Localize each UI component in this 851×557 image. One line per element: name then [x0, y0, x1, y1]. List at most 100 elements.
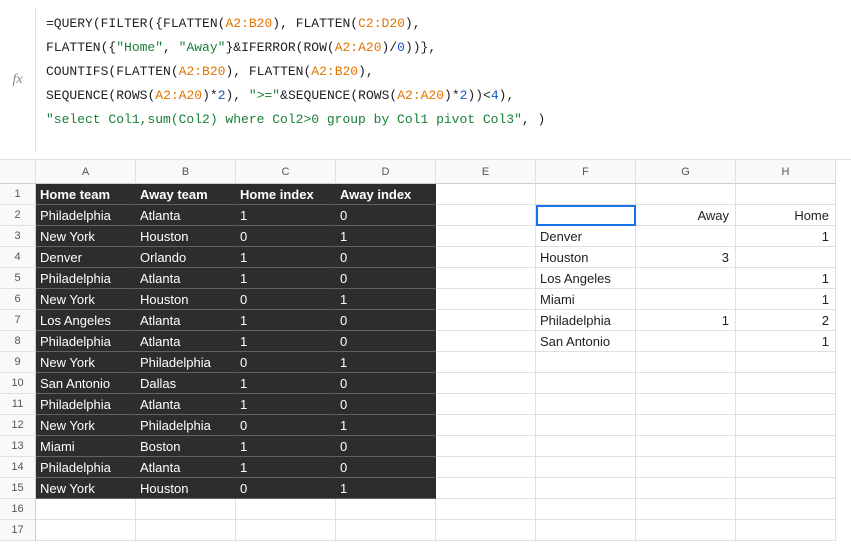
- cell-B11[interactable]: Atlanta: [136, 394, 236, 415]
- cell-G6[interactable]: [636, 289, 736, 310]
- cell-B13[interactable]: Boston: [136, 436, 236, 457]
- cell-E9[interactable]: [436, 352, 536, 373]
- cell-B3[interactable]: Houston: [136, 226, 236, 247]
- cell-C15[interactable]: 0: [236, 478, 336, 499]
- cell-A10[interactable]: San Antonio: [36, 373, 136, 394]
- cell-G7[interactable]: 1: [636, 310, 736, 331]
- cell-A7[interactable]: Los Angeles: [36, 310, 136, 331]
- row-header-10[interactable]: 10: [0, 373, 36, 394]
- cell-A8[interactable]: Philadelphia: [36, 331, 136, 352]
- cell-D13[interactable]: 0: [336, 436, 436, 457]
- cell-E17[interactable]: [436, 520, 536, 541]
- cell-C7[interactable]: 1: [236, 310, 336, 331]
- cell-E10[interactable]: [436, 373, 536, 394]
- cell-D14[interactable]: 0: [336, 457, 436, 478]
- cell-A13[interactable]: Miami: [36, 436, 136, 457]
- cell-F3[interactable]: Denver: [536, 226, 636, 247]
- cell-D8[interactable]: 0: [336, 331, 436, 352]
- cell-H8[interactable]: 1: [736, 331, 836, 352]
- cell-C3[interactable]: 0: [236, 226, 336, 247]
- cell-H12[interactable]: [736, 415, 836, 436]
- cell-F6[interactable]: Miami: [536, 289, 636, 310]
- cell-H10[interactable]: [736, 373, 836, 394]
- cell-C13[interactable]: 1: [236, 436, 336, 457]
- cell-G12[interactable]: [636, 415, 736, 436]
- cell-F10[interactable]: [536, 373, 636, 394]
- cell-F14[interactable]: [536, 457, 636, 478]
- cell-F4[interactable]: Houston: [536, 247, 636, 268]
- cell-G15[interactable]: [636, 478, 736, 499]
- cell-F9[interactable]: [536, 352, 636, 373]
- cell-C1[interactable]: Home index: [236, 184, 336, 205]
- cell-H2[interactable]: Home: [736, 205, 836, 226]
- cell-G2[interactable]: Away: [636, 205, 736, 226]
- row-header-3[interactable]: 3: [0, 226, 36, 247]
- cell-E6[interactable]: [436, 289, 536, 310]
- cell-A6[interactable]: New York: [36, 289, 136, 310]
- cell-G17[interactable]: [636, 520, 736, 541]
- cell-G14[interactable]: [636, 457, 736, 478]
- cell-D2[interactable]: 0: [336, 205, 436, 226]
- cell-C8[interactable]: 1: [236, 331, 336, 352]
- row-header-6[interactable]: 6: [0, 289, 36, 310]
- cell-G1[interactable]: [636, 184, 736, 205]
- column-header-A[interactable]: A: [36, 160, 136, 184]
- cell-B16[interactable]: [136, 499, 236, 520]
- cell-E16[interactable]: [436, 499, 536, 520]
- row-header-14[interactable]: 14: [0, 457, 36, 478]
- column-header-D[interactable]: D: [336, 160, 436, 184]
- select-all-corner[interactable]: [0, 160, 36, 184]
- cell-B17[interactable]: [136, 520, 236, 541]
- cell-C14[interactable]: 1: [236, 457, 336, 478]
- formula-content[interactable]: =QUERY(FILTER({FLATTEN(A2:B20), FLATTEN(…: [36, 8, 555, 151]
- cell-B6[interactable]: Houston: [136, 289, 236, 310]
- cell-D4[interactable]: 0: [336, 247, 436, 268]
- cell-D15[interactable]: 1: [336, 478, 436, 499]
- cell-F5[interactable]: Los Angeles: [536, 268, 636, 289]
- cell-B4[interactable]: Orlando: [136, 247, 236, 268]
- row-header-17[interactable]: 17: [0, 520, 36, 541]
- cell-C9[interactable]: 0: [236, 352, 336, 373]
- cell-G8[interactable]: [636, 331, 736, 352]
- cell-A17[interactable]: [36, 520, 136, 541]
- cell-H16[interactable]: [736, 499, 836, 520]
- cell-B5[interactable]: Atlanta: [136, 268, 236, 289]
- cell-C6[interactable]: 0: [236, 289, 336, 310]
- cell-H6[interactable]: 1: [736, 289, 836, 310]
- row-header-7[interactable]: 7: [0, 310, 36, 331]
- cell-B7[interactable]: Atlanta: [136, 310, 236, 331]
- row-header-9[interactable]: 9: [0, 352, 36, 373]
- cell-E15[interactable]: [436, 478, 536, 499]
- cell-G4[interactable]: 3: [636, 247, 736, 268]
- cell-F7[interactable]: Philadelphia: [536, 310, 636, 331]
- cell-A11[interactable]: Philadelphia: [36, 394, 136, 415]
- cell-H14[interactable]: [736, 457, 836, 478]
- cell-B2[interactable]: Atlanta: [136, 205, 236, 226]
- row-header-16[interactable]: 16: [0, 499, 36, 520]
- cell-D11[interactable]: 0: [336, 394, 436, 415]
- cell-B14[interactable]: Atlanta: [136, 457, 236, 478]
- cell-D5[interactable]: 0: [336, 268, 436, 289]
- formula-bar[interactable]: fx =QUERY(FILTER({FLATTEN(A2:B20), FLATT…: [0, 0, 851, 160]
- cell-H1[interactable]: [736, 184, 836, 205]
- cell-G13[interactable]: [636, 436, 736, 457]
- cell-A3[interactable]: New York: [36, 226, 136, 247]
- cell-F1[interactable]: [536, 184, 636, 205]
- cell-D1[interactable]: Away index: [336, 184, 436, 205]
- cell-E7[interactable]: [436, 310, 536, 331]
- cell-E13[interactable]: [436, 436, 536, 457]
- cell-A15[interactable]: New York: [36, 478, 136, 499]
- row-header-8[interactable]: 8: [0, 331, 36, 352]
- cell-A2[interactable]: Philadelphia: [36, 205, 136, 226]
- cell-D17[interactable]: [336, 520, 436, 541]
- cell-A12[interactable]: New York: [36, 415, 136, 436]
- cell-E12[interactable]: [436, 415, 536, 436]
- cell-H17[interactable]: [736, 520, 836, 541]
- row-header-5[interactable]: 5: [0, 268, 36, 289]
- cell-A1[interactable]: Home team: [36, 184, 136, 205]
- cell-D7[interactable]: 0: [336, 310, 436, 331]
- column-header-C[interactable]: C: [236, 160, 336, 184]
- column-header-G[interactable]: G: [636, 160, 736, 184]
- cell-D10[interactable]: 0: [336, 373, 436, 394]
- cell-H5[interactable]: 1: [736, 268, 836, 289]
